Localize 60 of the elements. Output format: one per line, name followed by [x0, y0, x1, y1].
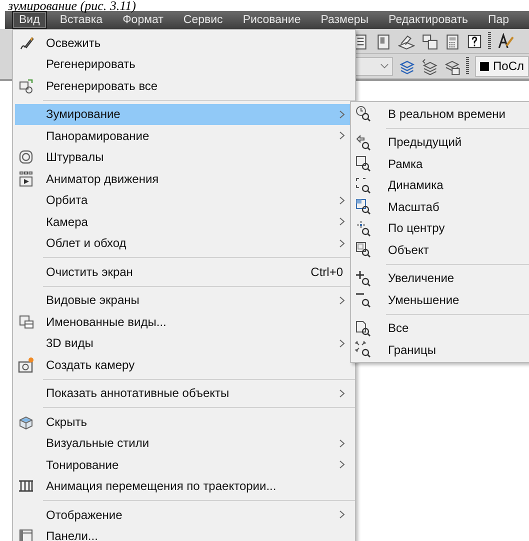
extents-magnifier-icon	[355, 341, 371, 358]
menu-item[interactable]: Видовые экраны	[15, 290, 353, 311]
arrow-magnifier-icon	[355, 134, 371, 151]
page-magnifier-icon	[355, 320, 371, 337]
menu-item[interactable]: Рамка	[353, 153, 529, 174]
stack-icon[interactable]	[421, 32, 438, 50]
menu-item[interactable]: Объект	[353, 239, 529, 260]
zoom-out-icon	[355, 291, 371, 308]
clock-magnifier-icon	[355, 105, 371, 122]
menu-bar-item[interactable]: Пар	[480, 11, 516, 29]
menu-item[interactable]: 3D виды	[15, 332, 353, 354]
menu-bar-item[interactable]: Рисование	[236, 11, 308, 29]
menu-item[interactable]: Создать камеру	[15, 354, 353, 376]
menu-bar-item[interactable]: Редактировать	[382, 11, 475, 29]
menu-bar-item[interactable]: Сервис	[176, 11, 230, 29]
menu-item[interactable]: Панели...	[15, 526, 353, 541]
menu-item[interactable]: Границы	[353, 339, 529, 360]
menu-item[interactable]: Панорамирование	[15, 125, 353, 146]
document-icon[interactable]	[375, 32, 392, 50]
menu-item[interactable]: Аниматор движения	[15, 168, 353, 190]
menu-item[interactable]: Орбита	[15, 190, 353, 211]
menu-item[interactable]: Штурвалы	[15, 146, 353, 168]
brush-icon[interactable]	[497, 32, 514, 50]
menu-item[interactable]: Очистить экран Ctrl+0	[15, 261, 353, 282]
menu-bar-item[interactable]: Формат	[116, 11, 170, 29]
menu-item[interactable]: Предыдущий	[353, 132, 529, 153]
menu-item[interactable]: Зумирование	[15, 104, 353, 125]
frame-magnifier-icon	[355, 155, 371, 172]
menu-item[interactable]: Регенерировать все	[15, 75, 353, 96]
menu-item[interactable]: Уменьшение	[353, 289, 529, 310]
menu-item[interactable]: Облет и обход	[15, 232, 353, 254]
dashed-frame-magnifier-icon	[355, 176, 371, 194]
zoom-in-icon	[355, 270, 371, 287]
menu-item[interactable]: Именованные виды...	[15, 311, 353, 332]
menu-item[interactable]: В реальном времени	[353, 103, 529, 124]
menu-item[interactable]: Регенерировать	[15, 54, 353, 75]
shortcut-text: Ctrl+0	[310, 264, 343, 279]
menu-item[interactable]: Тонирование	[15, 454, 353, 476]
chevron-down-icon	[380, 63, 390, 69]
menu-item[interactable]: Масштаб	[353, 196, 529, 218]
menu-item[interactable]: Анимация перемещения по траектории...	[15, 476, 353, 497]
layer-dropdown[interactable]: ПоСл	[475, 56, 529, 76]
frame-magnifier-icon	[355, 241, 371, 258]
center-magnifier-icon	[355, 220, 371, 237]
menu-item[interactable]: По центру	[353, 218, 529, 239]
menu-item[interactable]: Отображение	[15, 504, 353, 526]
menu-item[interactable]: Визуальные стили	[15, 432, 353, 454]
caption-text: зумирование (рис. 3.11)	[7, 0, 137, 11]
calculator-icon[interactable]	[444, 32, 461, 50]
frame-magnifier-icon	[355, 198, 371, 216]
menu-item[interactable]: Все	[353, 318, 529, 339]
menu-item[interactable]: Динамика	[353, 174, 529, 196]
menu-item[interactable]: Освежить	[15, 32, 353, 54]
menu-item[interactable]: Увеличение	[353, 268, 529, 289]
menu-item[interactable]: Показать аннотативные объекты	[15, 382, 353, 404]
menu-bar-item[interactable]: Размеры	[314, 11, 376, 29]
menu-item[interactable]: Скрыть	[15, 411, 353, 432]
menu-bar-item[interactable]: Вид	[12, 11, 47, 29]
menu-item[interactable]: Камера	[15, 211, 353, 232]
help-icon[interactable]	[467, 34, 482, 48]
